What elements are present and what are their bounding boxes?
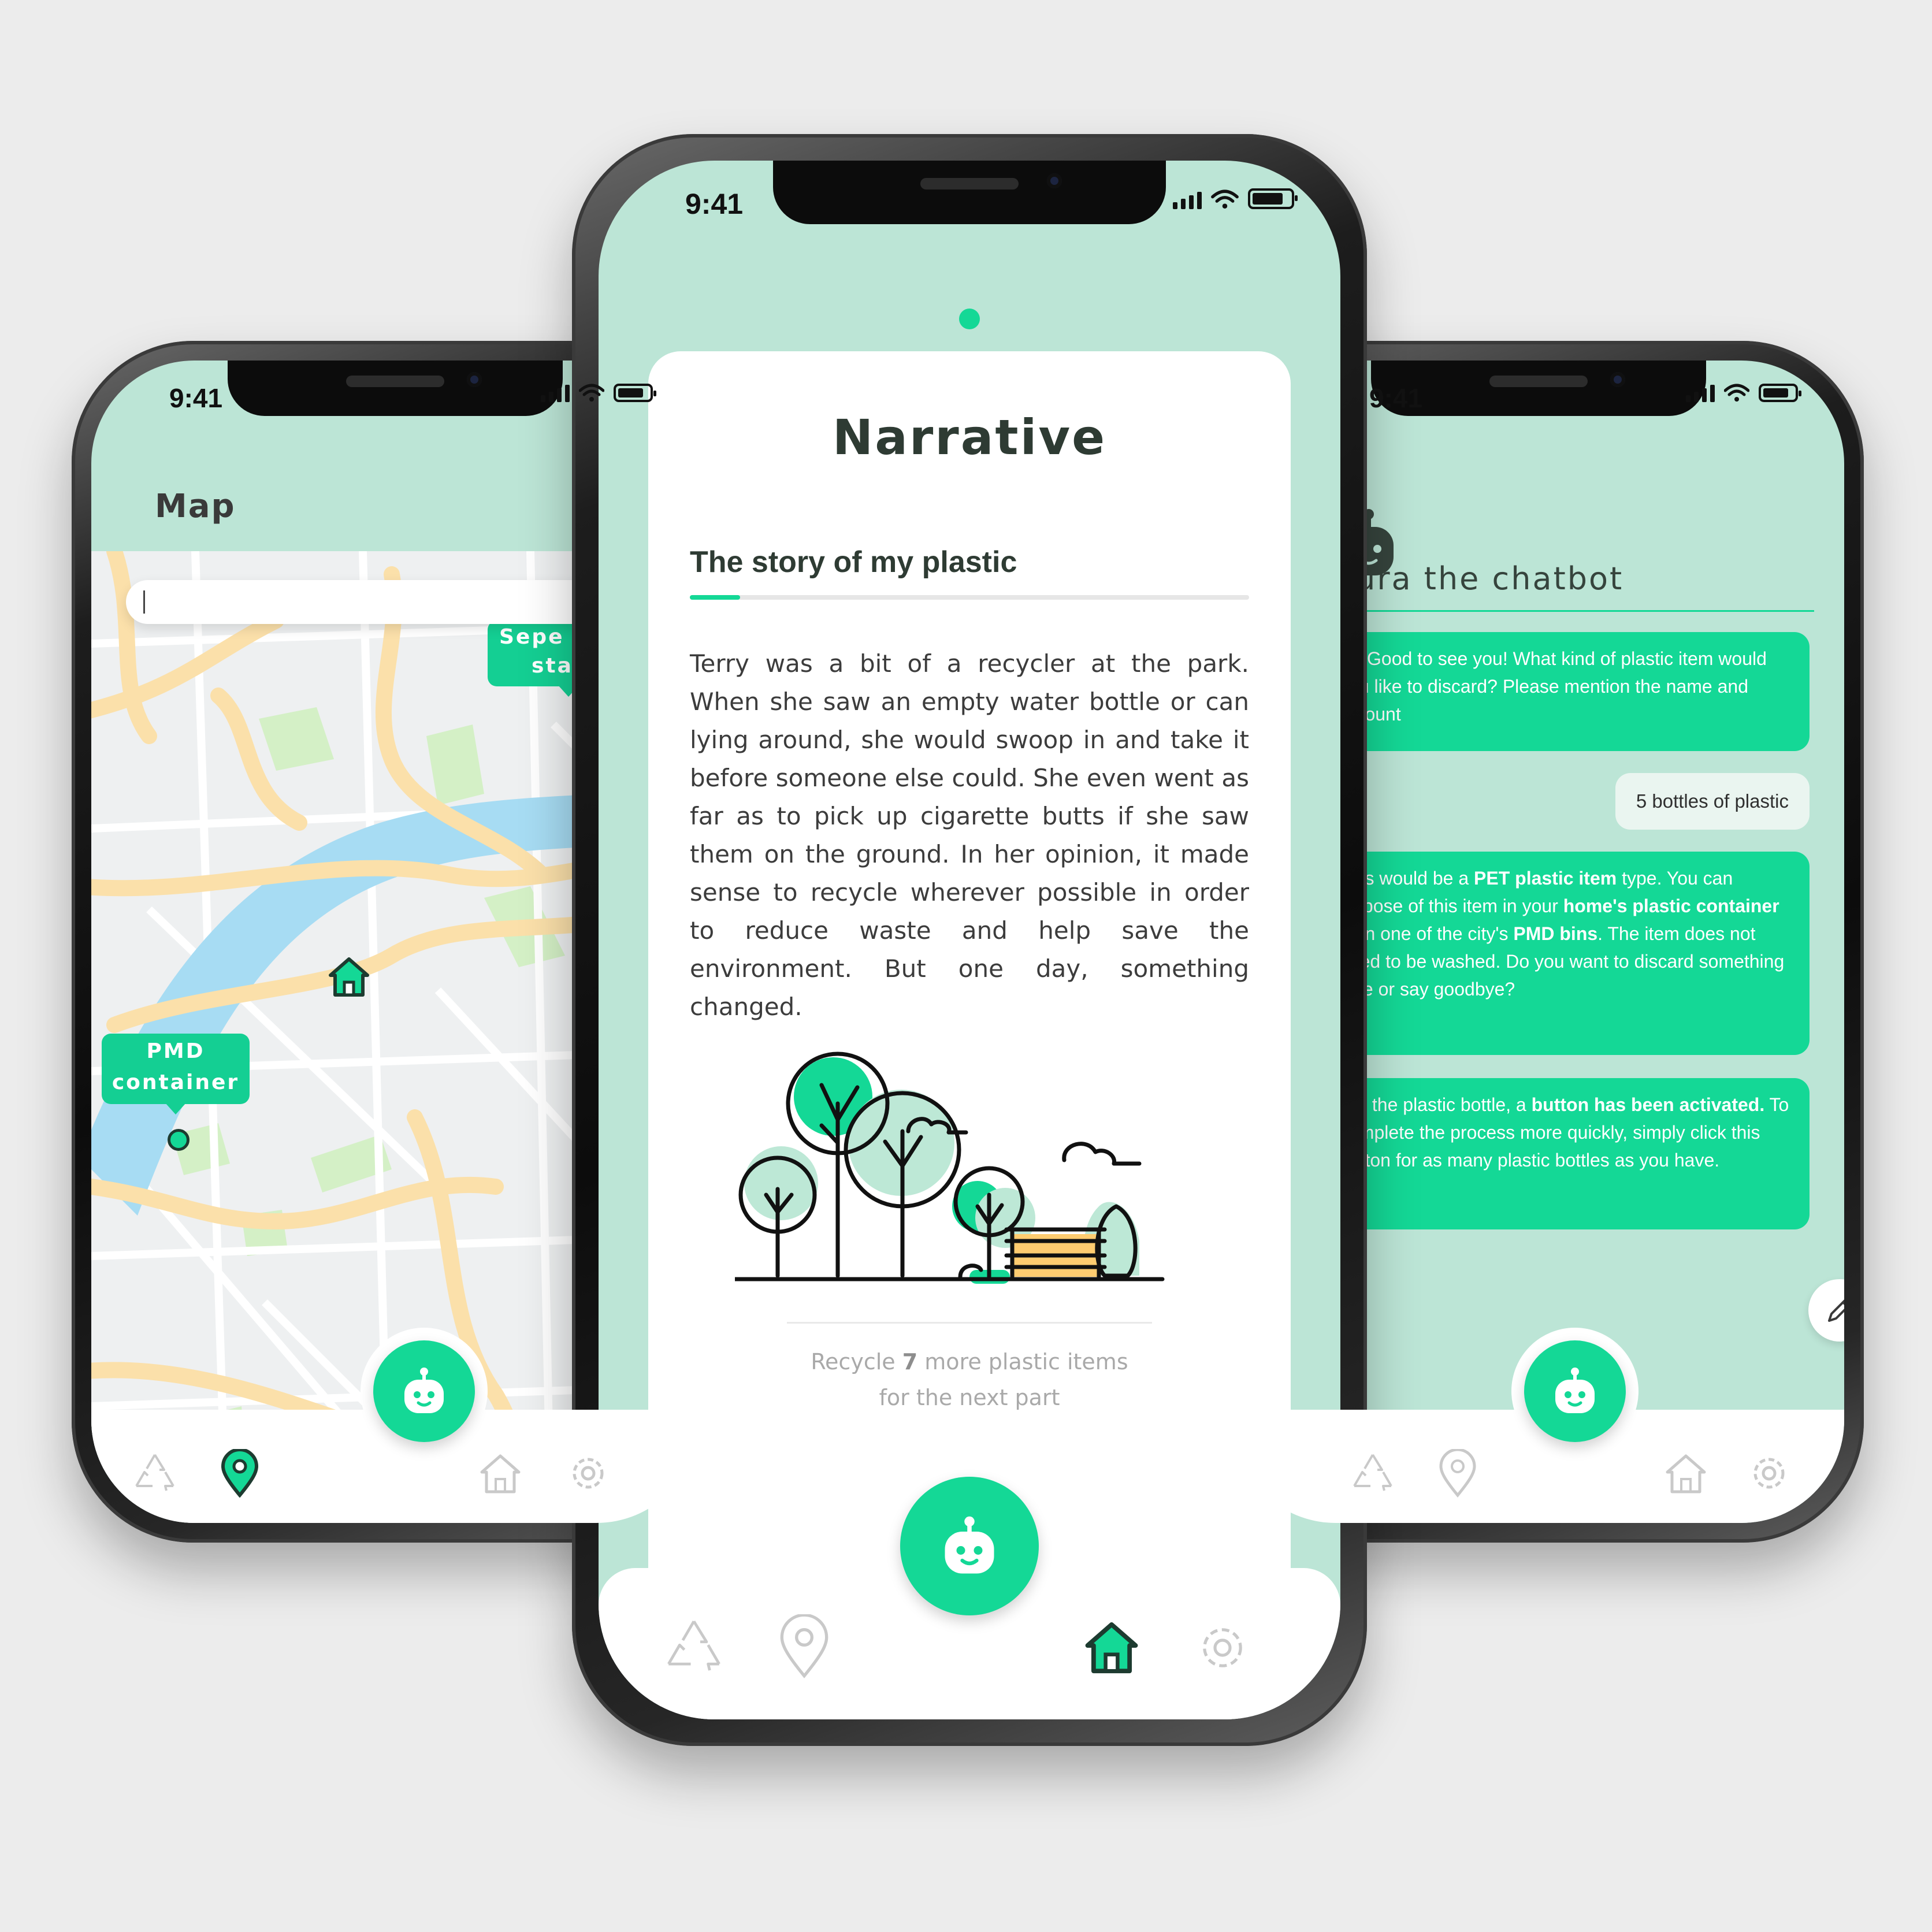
section-title: The story of my plastic [690, 545, 1017, 579]
park-trees-bench-illustration [735, 1052, 1165, 1284]
gear-icon[interactable] [1746, 1450, 1792, 1496]
bot-message: Hi! Good to see you! What kind of plasti… [1317, 632, 1810, 751]
map-tag-line1: PMD [146, 1039, 205, 1063]
battery-icon [614, 384, 656, 402]
note-text: more plastic items [917, 1349, 1128, 1374]
user-message: 5 bottles of plastic [1615, 773, 1810, 830]
edit-message-button[interactable] [1808, 1279, 1844, 1342]
bot-message: For the plastic bottle, a button has bee… [1317, 1078, 1810, 1229]
recycle-icon[interactable] [662, 1617, 726, 1677]
message-text-bold: PET plastic item [1474, 868, 1617, 889]
location-pin-icon[interactable] [779, 1614, 830, 1679]
message-text: For the plastic bottle, a [1339, 1094, 1532, 1115]
chatbot-icon [945, 1516, 994, 1574]
chatbot-fab[interactable] [883, 1459, 1056, 1633]
status-icons [1686, 384, 1801, 402]
note-text: Recycle [811, 1349, 902, 1374]
message-text: Hi! Good to see you! What kind of plasti… [1339, 648, 1767, 724]
page-title: Narrative [832, 409, 1107, 466]
battery-icon [1759, 384, 1801, 402]
narrative-screen: 9:41 Narrative The story of my plastic T… [599, 161, 1340, 1719]
story-progress-fill [690, 595, 741, 600]
bot-message: This would be a PET plastic item type. Y… [1317, 852, 1810, 1055]
page-title: Map [155, 488, 236, 525]
message-text-bold: button has been activated. [1531, 1094, 1765, 1115]
wifi-icon [1211, 190, 1239, 209]
home-icon[interactable] [1663, 1452, 1709, 1495]
map-tag-line2: container [112, 1071, 240, 1094]
story-text: Terry was a bit of a recycler at the par… [690, 649, 1249, 1021]
battery-icon [1248, 188, 1298, 209]
text-cursor [143, 590, 145, 614]
divider [787, 1322, 1152, 1324]
home-marker-icon[interactable] [326, 956, 372, 998]
page-indicator-dot [959, 309, 980, 329]
status-time: 9:41 [169, 383, 223, 413]
story-progress-bar [690, 595, 1249, 600]
chatbot-fab[interactable] [361, 1328, 488, 1455]
notch [773, 161, 1166, 224]
message-text-bold: home's plastic container [1563, 896, 1779, 916]
recycle-icon[interactable] [1350, 1451, 1396, 1495]
notch [228, 361, 563, 416]
title-divider [1329, 610, 1814, 612]
recycle-note-line1: Recycle 7 more plastic items [648, 1344, 1291, 1380]
wifi-icon [1724, 384, 1749, 402]
location-dot-icon[interactable] [168, 1129, 190, 1151]
home-icon[interactable] [1082, 1620, 1142, 1675]
gear-icon[interactable] [1192, 1618, 1253, 1678]
location-pin-icon[interactable] [1439, 1449, 1477, 1498]
map-tag-pmd-container[interactable]: PMD container [102, 1034, 250, 1104]
status-icons [541, 384, 656, 402]
recycle-note-line2: for the next part [879, 1385, 1060, 1410]
signal-icon [1686, 385, 1715, 402]
status-icons [1173, 188, 1298, 209]
wifi-icon [579, 384, 604, 402]
pencil-icon [1828, 1299, 1844, 1322]
chatbot-fab[interactable] [1511, 1328, 1639, 1455]
location-pin-icon[interactable] [221, 1449, 259, 1498]
signal-icon [541, 385, 570, 402]
signal-icon [1173, 192, 1202, 209]
chatbot-icon [1555, 1368, 1595, 1413]
message-text: 5 bottles of plastic [1636, 790, 1789, 812]
status-time: 9:41 [1369, 383, 1423, 413]
chat-title: aura the chatbot [1335, 560, 1624, 597]
status-time: 9:41 [685, 188, 744, 220]
chatbot-icon [404, 1368, 444, 1413]
message-text-bold: PMD bins [1513, 923, 1598, 944]
recycle-icon[interactable] [132, 1451, 178, 1495]
recycle-progress-note: Recycle 7 more plastic items for the nex… [648, 1344, 1291, 1415]
items-remaining-count: 7 [902, 1349, 918, 1374]
home-icon[interactable] [477, 1452, 523, 1495]
gear-icon[interactable] [565, 1450, 611, 1496]
